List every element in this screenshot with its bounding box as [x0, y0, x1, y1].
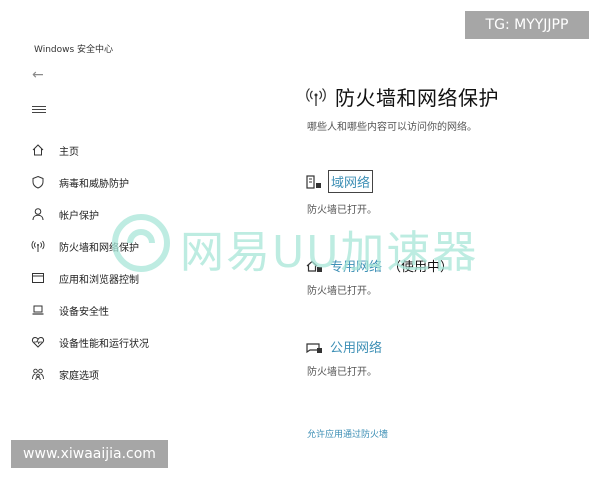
network-domain[interactable]: 域网络	[305, 170, 377, 193]
window-title: Windows 安全中心	[34, 45, 114, 55]
network-status: 防火墙已打开。	[307, 367, 377, 378]
sidebar-item-virus-protection[interactable]: 病毒和威胁防护	[30, 172, 129, 192]
watermark-logo-icon	[110, 212, 172, 274]
home-icon	[30, 142, 46, 158]
window-icon	[30, 270, 46, 286]
network-status: 防火墙已打开。	[307, 205, 377, 216]
tg-tag: TG: MYYJJPP	[465, 11, 589, 39]
network-status: 防火墙已打开。	[307, 286, 377, 297]
sidebar-item-label: 帐户保护	[59, 210, 99, 222]
sidebar-item-label: 设备性能和运行状况	[59, 338, 149, 350]
laptop-icon	[30, 302, 46, 318]
page-title: 防火墙和网络保护	[335, 86, 499, 110]
page-subtitle: 哪些人和哪些内容可以访问你的网络。	[307, 122, 477, 133]
public-network-icon	[305, 339, 323, 355]
antenna-icon	[30, 238, 46, 254]
sidebar-item-label: 设备安全性	[59, 306, 109, 318]
sidebar-item-account-protection[interactable]: 帐户保护	[30, 204, 99, 224]
sidebar-item-device-performance[interactable]: 设备性能和运行状况	[30, 332, 149, 352]
sidebar-item-label: 病毒和威胁防护	[59, 178, 129, 190]
network-name[interactable]: 域网络	[327, 170, 374, 193]
allow-app-through-firewall-link[interactable]: 允许应用通过防火墙	[307, 427, 388, 440]
sidebar-item-device-security[interactable]: 设备安全性	[30, 300, 109, 320]
sidebar-item-home[interactable]: 主页	[30, 140, 79, 160]
watermark-text: 网易UU加速器	[180, 227, 479, 278]
antenna-icon	[305, 86, 327, 108]
domain-network-icon	[305, 174, 323, 190]
back-arrow-icon[interactable]: ←	[32, 68, 44, 82]
shield-icon	[30, 174, 46, 190]
family-icon	[30, 366, 46, 382]
site-tag: www.xiwaaijia.com	[11, 440, 168, 468]
sidebar-item-label: 主页	[59, 146, 79, 158]
page-header: 防火墙和网络保护	[305, 82, 499, 111]
sidebar-item-label: 家庭选项	[59, 370, 99, 382]
sidebar-item-family-options[interactable]: 家庭选项	[30, 364, 99, 384]
network-name[interactable]: 公用网络	[330, 337, 382, 356]
network-public[interactable]: 公用网络	[305, 337, 388, 356]
hamburger-menu-icon[interactable]	[32, 104, 46, 116]
heart-icon	[30, 334, 46, 350]
person-icon	[30, 206, 46, 222]
